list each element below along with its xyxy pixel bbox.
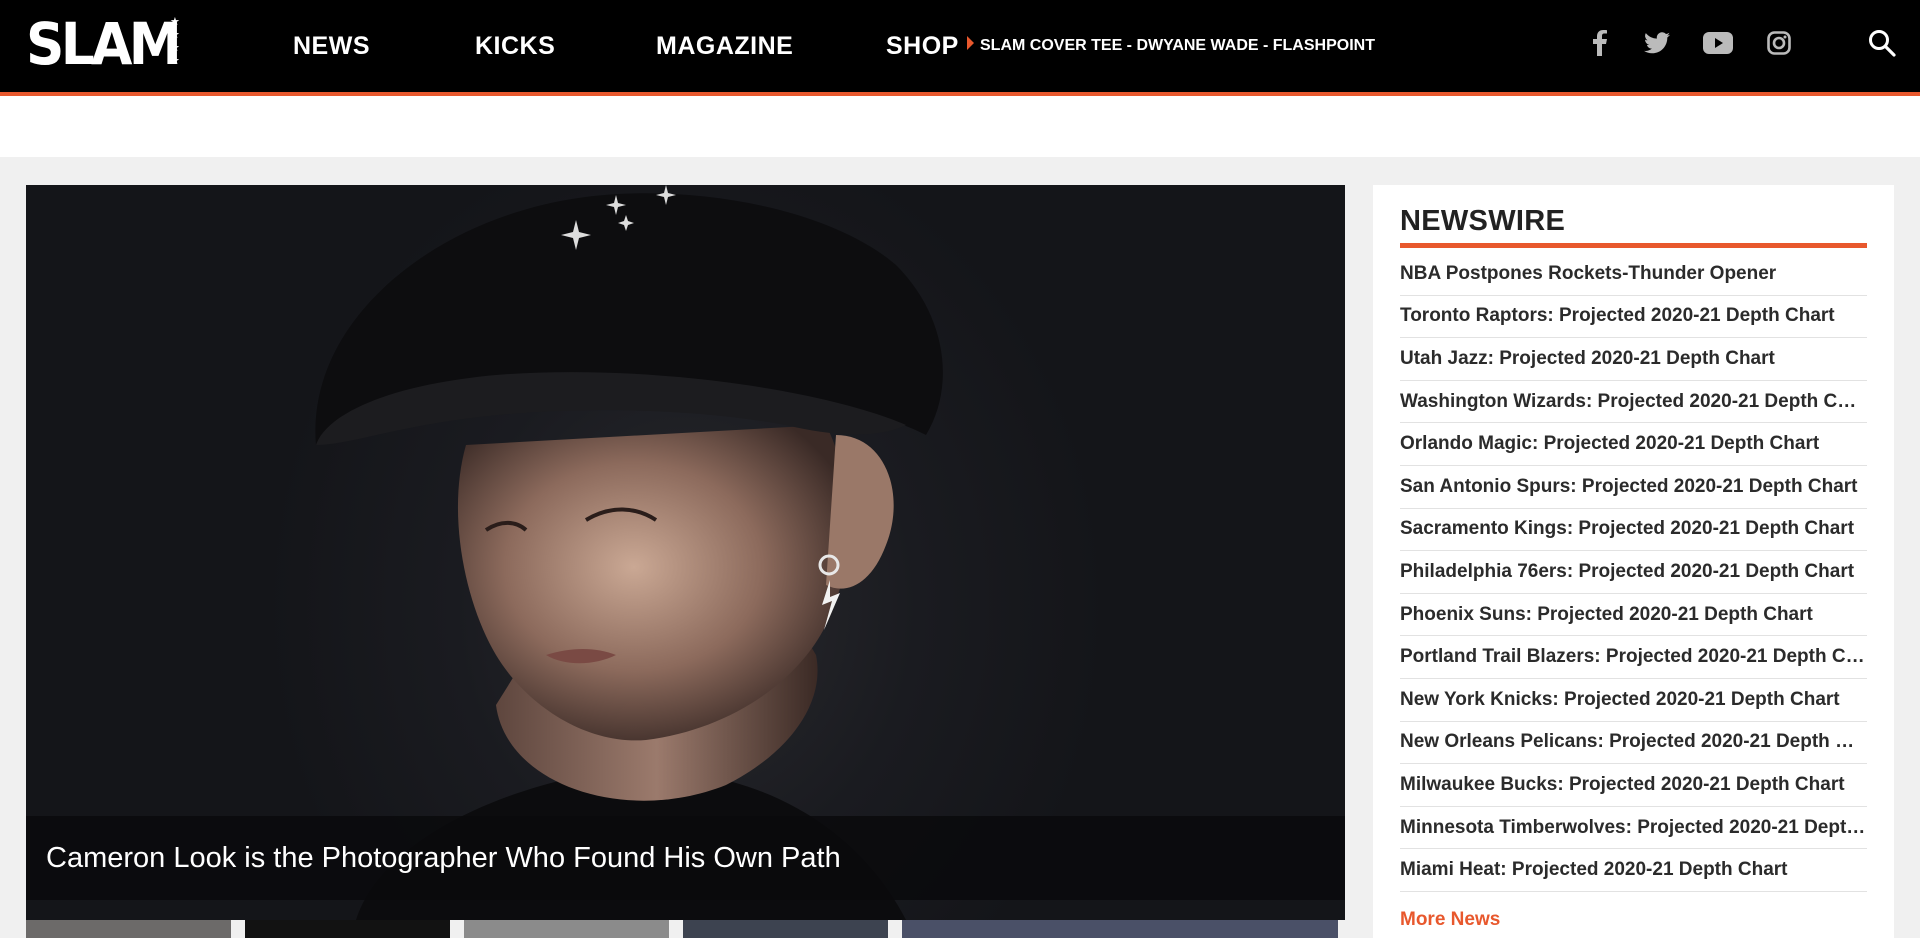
- nav-magazine[interactable]: MAGAZINE: [656, 32, 793, 61]
- newswire-item[interactable]: Minnesota Timberwolves: Projected 2020-2…: [1400, 807, 1867, 850]
- newswire-item[interactable]: San Antonio Spurs: Projected 2020-21 Dep…: [1400, 466, 1867, 509]
- newswire-item-link[interactable]: Minnesota Timberwolves: Projected 2020-2…: [1400, 817, 1867, 839]
- thumbnail-3[interactable]: [464, 920, 669, 938]
- nav-shop[interactable]: SHOP: [886, 32, 959, 61]
- newswire-item[interactable]: Sacramento Kings: Projected 2020-21 Dept…: [1400, 509, 1867, 552]
- more-news-link[interactable]: More News: [1400, 909, 1500, 931]
- newswire-item[interactable]: New York Knicks: Projected 2020-21 Depth…: [1400, 679, 1867, 722]
- hero-caption-bar: Cameron Look is the Photographer Who Fou…: [26, 816, 1345, 900]
- hero-photo: [315, 185, 943, 920]
- newswire-item-link[interactable]: Orlando Magic: Projected 2020-21 Depth C…: [1400, 433, 1867, 455]
- logo-stars-icon: ★ ★ ★ ★: [170, 16, 180, 67]
- newswire-item-link[interactable]: Washington Wizards: Projected 2020-21 De…: [1400, 391, 1867, 413]
- newswire-item-link[interactable]: Toronto Raptors: Projected 2020-21 Depth…: [1400, 305, 1867, 327]
- newswire-item[interactable]: Phoenix Suns: Projected 2020-21 Depth Ch…: [1400, 594, 1867, 637]
- site-header: SLAM ★ ★ ★ ★ NEWS KICKS MAGAZINE SHOP SLAM …: [0, 0, 1920, 92]
- newswire-item-link[interactable]: New York Knicks: Projected 2020-21 Depth…: [1400, 689, 1867, 711]
- thumbnail-4[interactable]: [683, 920, 888, 938]
- newswire-item[interactable]: Portland Trail Blazers: Projected 2020-2…: [1400, 636, 1867, 679]
- nav-news[interactable]: NEWS: [293, 32, 370, 61]
- newswire-title: NEWSWIRE: [1400, 205, 1566, 237]
- newswire-item-link[interactable]: San Antonio Spurs: Projected 2020-21 Dep…: [1400, 476, 1867, 498]
- newswire-item-link[interactable]: Phoenix Suns: Projected 2020-21 Depth Ch…: [1400, 604, 1867, 626]
- newswire-list: NBA Postpones Rockets-Thunder Opener Tor…: [1400, 253, 1867, 892]
- newswire-item[interactable]: Orlando Magic: Projected 2020-21 Depth C…: [1400, 423, 1867, 466]
- newswire-item[interactable]: Washington Wizards: Projected 2020-21 De…: [1400, 381, 1867, 424]
- newswire-item[interactable]: Miami Heat: Projected 2020-21 Depth Char…: [1400, 849, 1867, 892]
- thumbnail-strip: [26, 920, 1345, 938]
- newswire-item-link[interactable]: New Orleans Pelicans: Projected 2020-21 …: [1400, 731, 1867, 753]
- youtube-icon[interactable]: [1702, 28, 1734, 58]
- search-icon[interactable]: [1864, 28, 1900, 58]
- newswire-item[interactable]: Utah Jazz: Projected 2020-21 Depth Chart: [1400, 338, 1867, 381]
- hero-feature[interactable]: Cameron Look is the Photographer Who Fou…: [26, 185, 1345, 920]
- newswire-item-link[interactable]: Milwaukee Bucks: Projected 2020-21 Depth…: [1400, 774, 1867, 796]
- newswire-item-link[interactable]: Miami Heat: Projected 2020-21 Depth Char…: [1400, 859, 1867, 881]
- newswire-item-link[interactable]: Utah Jazz: Projected 2020-21 Depth Chart: [1400, 348, 1867, 370]
- newswire-sidebar: NEWSWIRE NBA Postpones Rockets-Thunder O…: [1373, 185, 1894, 938]
- newswire-item[interactable]: Milwaukee Bucks: Projected 2020-21 Depth…: [1400, 764, 1867, 807]
- thumbnail-2[interactable]: [245, 920, 450, 938]
- twitter-icon[interactable]: [1642, 28, 1672, 58]
- logo-wordmark: SLAM: [26, 10, 182, 78]
- hero-headline[interactable]: Cameron Look is the Photographer Who Fou…: [46, 842, 841, 875]
- ad-banner-space: [0, 96, 1920, 157]
- newswire-item[interactable]: Philadelphia 76ers: Projected 2020-21 De…: [1400, 551, 1867, 594]
- facebook-icon[interactable]: [1588, 28, 1612, 58]
- thumbnail-1[interactable]: [26, 920, 231, 938]
- newswire-item-link[interactable]: Portland Trail Blazers: Projected 2020-2…: [1400, 646, 1867, 668]
- newswire-item[interactable]: Toronto Raptors: Projected 2020-21 Depth…: [1400, 296, 1867, 339]
- shop-promo-link[interactable]: SLAM COVER TEE - DWYANE WADE - FLASHPOIN…: [980, 37, 1375, 55]
- newswire-item-link[interactable]: Philadelphia 76ers: Projected 2020-21 De…: [1400, 561, 1867, 583]
- newswire-item-link[interactable]: NBA Postpones Rockets-Thunder Opener: [1400, 263, 1867, 285]
- caret-right-icon: [967, 36, 974, 50]
- newswire-item[interactable]: New Orleans Pelicans: Projected 2020-21 …: [1400, 722, 1867, 765]
- slam-logo[interactable]: SLAM: [26, 14, 186, 74]
- thumbnail-5[interactable]: [902, 920, 1338, 938]
- nav-kicks[interactable]: KICKS: [475, 32, 555, 61]
- newswire-item[interactable]: NBA Postpones Rockets-Thunder Opener: [1400, 253, 1867, 296]
- newswire-title-rule: [1400, 243, 1867, 248]
- newswire-item-link[interactable]: Sacramento Kings: Projected 2020-21 Dept…: [1400, 518, 1867, 540]
- instagram-icon[interactable]: [1764, 28, 1794, 58]
